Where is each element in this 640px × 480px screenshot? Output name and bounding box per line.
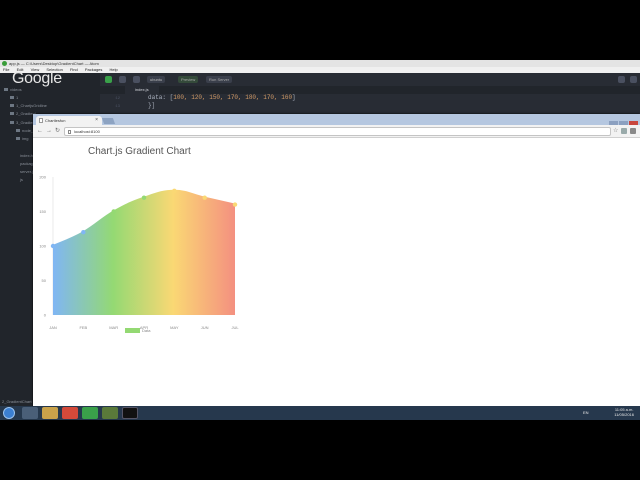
atom-taskbar-icon[interactable] [82,407,98,419]
y-tick-label: 150 [39,209,46,214]
folder-icon [10,112,14,116]
page-icon [39,118,43,123]
ide-status-text: 2_GradientChart [2,399,32,404]
x-tick-label: JUL [231,325,239,330]
folder-icon [16,137,20,141]
preview-button[interactable]: Preview [178,76,199,83]
run-server-button[interactable]: Run Server [206,76,233,83]
new-tab-button[interactable] [101,118,116,124]
tree-item[interactable]: js [20,177,23,183]
ide-titlebar: app.js — C:\Users\Desktop\GradientChart … [0,60,640,67]
data-point [111,209,116,214]
data-point [232,202,238,207]
code-line: 13}] [115,102,156,109]
series-area-fill [53,190,235,315]
language-indicator[interactable]: EN [583,410,589,415]
browser-navbar: ← → ↻ localhost:8100 ☆ [33,125,640,138]
y-tick-label: 100 [39,244,46,249]
windows-taskbar: EN 11:05 a.m. 11/05/2016 [0,406,640,420]
folder-icon [10,96,14,100]
data-point [81,230,86,235]
stop-icon[interactable] [133,76,140,83]
tree-item[interactable]: 2_Gradient [10,111,36,117]
recycle-bin-icon[interactable] [22,407,38,419]
extension-icon[interactable] [621,128,627,134]
clock[interactable]: 11:05 a.m. 11/05/2016 [614,407,634,417]
tree-item[interactable]: img [16,136,28,142]
settings-icon[interactable] [630,76,637,83]
clock-date: 11/05/2016 [614,412,634,417]
browser-tabbar: Chartlesfun × [33,114,640,127]
tree-item[interactable]: 3_Gradient [10,120,36,126]
menu-packages[interactable]: Packages [85,67,103,72]
back-arrow-icon[interactable]: ← [37,128,43,135]
menu-find[interactable]: Find [70,67,78,72]
folder-icon [4,88,8,92]
play-icon[interactable] [119,76,126,83]
x-tick-label: FEB [79,325,87,330]
file-explorer-icon[interactable] [42,407,58,419]
ide-toolbar: ubuntu Preview Run Server [100,73,640,86]
tree-item[interactable]: 1 [10,95,18,101]
chrome-icon[interactable] [62,407,78,419]
folder-icon [16,129,20,133]
x-tick-label: JAN [49,325,57,330]
folder-icon [10,121,14,125]
reload-icon[interactable]: ↻ [55,128,60,135]
y-tick-label: 0 [44,313,47,318]
ide-window-title: app.js — C:\Users\Desktop\GradientChart … [9,61,99,66]
page-icon [68,130,71,134]
menu-help[interactable]: Help [110,67,118,72]
forward-arrow-icon[interactable]: → [46,128,52,135]
y-tick-label: 50 [42,278,47,283]
layout-icon[interactable] [618,76,625,83]
atom-icon [2,61,7,66]
folder-icon [10,104,14,108]
page-content: Chart.js Gradient Chart 0 50 100 150 200 JAN F… [33,138,640,408]
environment-select[interactable]: ubuntu [147,76,166,83]
x-tick-label: JUN [201,325,209,330]
x-tick-label: MAY [170,325,179,330]
data-point [50,243,56,249]
editor-tabbar: index.js [100,86,640,94]
google-logo: Google [12,70,62,87]
data-point [172,188,177,193]
address-bar[interactable]: localhost:8100 [64,127,611,136]
close-icon[interactable]: × [95,116,98,125]
app-icon[interactable] [102,407,118,419]
gradient-area-chart: 050100150200JAN FEB MAR APR MAY JUN JULData [39,175,239,333]
code-line: 12 data: [100, 120, 150, 170, 180, 170, 1… [115,94,296,101]
browser-window: Chartlesfun × ← → ↻ localhost:8100 ☆ Cha… [33,114,640,408]
browser-tab-title: Chartlesfun [45,118,66,123]
menu-file[interactable]: File [3,67,9,72]
editor-tab[interactable]: index.js [125,86,159,94]
window-controls [608,114,638,127]
y-tick-label: 200 [39,175,46,180]
data-point [141,195,147,200]
browser-tab[interactable]: Chartlesfun × [36,116,102,125]
legend-swatch [125,328,140,333]
star-icon[interactable]: ☆ [613,128,618,135]
tree-item[interactable]: 1_ChartjsGridline [10,103,47,109]
desktop-screen: app.js — C:\Users\Desktop\GradientChart … [0,60,640,420]
shield-icon[interactable] [105,76,112,83]
x-tick-label: MAR [109,325,118,330]
url-text: localhost:8100 [74,129,100,134]
terminal-icon[interactable] [122,407,138,419]
data-point [202,195,207,200]
start-button[interactable] [3,407,15,419]
menu-icon[interactable] [630,128,636,134]
legend-label: Data [142,328,151,333]
